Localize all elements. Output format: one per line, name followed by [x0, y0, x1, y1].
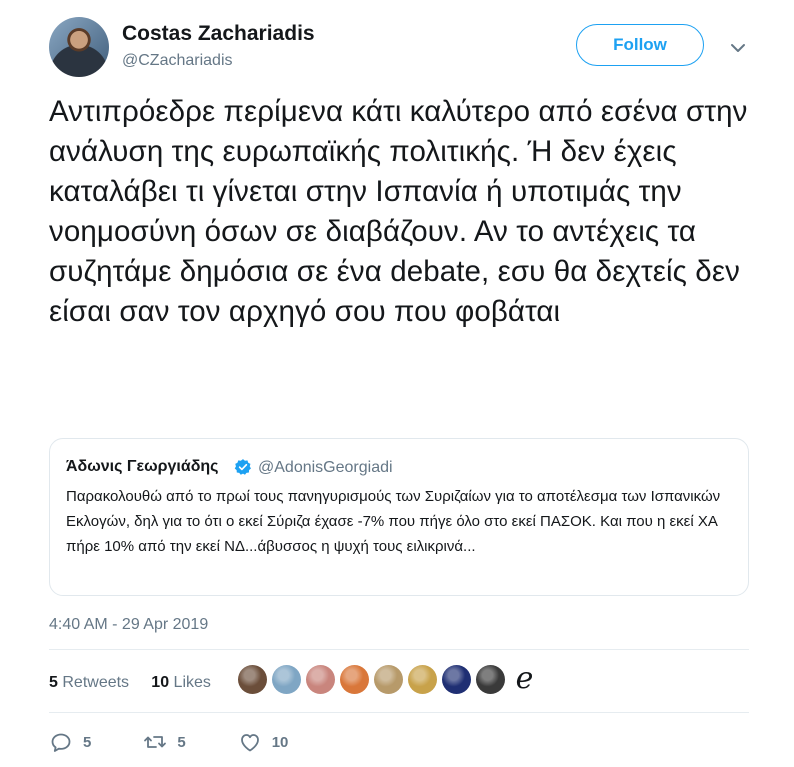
quoted-author-name: Άδωνις Γεωργιάδης [66, 458, 219, 475]
likes-stat[interactable]: 10 Likes [151, 674, 211, 691]
liker-avatar[interactable] [476, 665, 505, 694]
author-avatar[interactable] [49, 17, 109, 77]
like-button[interactable]: 10 [238, 730, 289, 754]
liker-avatar[interactable] [408, 665, 437, 694]
like-count: 10 [271, 733, 289, 751]
likes-count: 10 [151, 674, 170, 691]
reply-icon [51, 733, 71, 752]
retweet-icon [144, 736, 167, 748]
retweet-button[interactable]: 5 [143, 730, 186, 754]
follow-button[interactable]: Follow [576, 24, 704, 66]
quoted-tweet-text: Παρακολουθώ από το πρωί τους πανηγυρισμο… [66, 488, 721, 555]
tweet-timestamp[interactable]: 4:40 AM - 29 Apr 2019 [49, 616, 208, 634]
quoted-author-handle: @AdonisGeorgiadi [258, 459, 393, 476]
reply-button[interactable]: 5 [49, 730, 91, 754]
liker-avatar[interactable] [374, 665, 403, 694]
tweet-actions: 5 5 10 [49, 730, 340, 754]
likes-label: Likes [173, 674, 211, 691]
retweets-stat[interactable]: 5 Retweets [49, 674, 129, 691]
liker-avatar[interactable]: e [510, 664, 539, 694]
liker-avatars: e [238, 664, 539, 699]
heart-icon [240, 734, 259, 752]
divider [49, 649, 749, 650]
retweets-label: Retweets [62, 674, 130, 691]
reply-count: 5 [83, 733, 92, 751]
retweet-count: 5 [177, 733, 186, 751]
verified-badge-icon [234, 459, 251, 475]
author-name[interactable]: Costas Zachariadis [122, 22, 315, 46]
chevron-down-icon[interactable] [728, 38, 748, 58]
tweet-stats: 5 Retweets 10 Likes [49, 674, 211, 692]
author-handle[interactable]: @CZachariadis [122, 52, 233, 70]
liker-avatar[interactable] [306, 665, 335, 694]
retweets-count: 5 [49, 674, 58, 691]
liker-avatar[interactable] [340, 665, 369, 694]
liker-avatar[interactable] [272, 665, 301, 694]
divider [49, 712, 749, 713]
liker-avatar[interactable] [442, 665, 471, 694]
liker-avatar[interactable] [238, 665, 267, 694]
tweet-text: Αντιπρόεδρε περίμενα κάτι καλύτερο από ε… [49, 95, 748, 328]
